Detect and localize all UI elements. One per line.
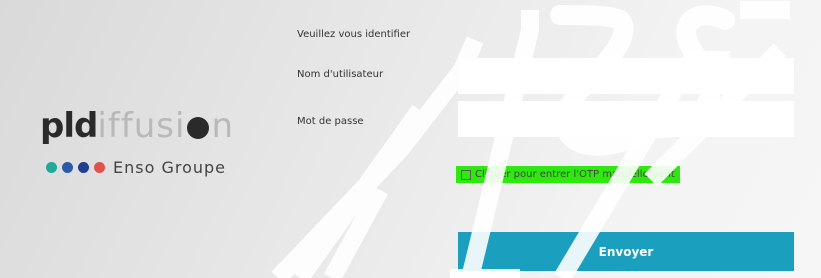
form-heading: Veuillez vous identifier — [297, 29, 411, 40]
group-tagline: Enso Groupe — [46, 158, 226, 177]
otp-checkbox[interactable] — [461, 169, 471, 180]
password-input[interactable] — [458, 101, 794, 137]
group-name: Enso Groupe — [113, 158, 227, 177]
logo-part-light: iffusi — [97, 106, 186, 146]
otp-checkbox-label[interactable]: Cliquer pour entrer l'OTP manuellement — [475, 169, 675, 180]
password-label: Mot de passe — [297, 116, 364, 127]
logo-part-dark: pld — [40, 106, 98, 146]
username-label: Nom d'utilisateur — [297, 69, 384, 80]
username-input[interactable] — [458, 58, 794, 94]
otp-checkbox-row[interactable]: Cliquer pour entrer l'OTP manuellement — [456, 166, 680, 183]
brand-dot-icon — [62, 162, 73, 173]
logo-circle-icon — [187, 117, 210, 139]
brand-dot-icon — [46, 162, 57, 173]
brand-dot-icon — [78, 162, 89, 173]
pldiffusion-logo-wordmark: pldiffusi n — [40, 106, 234, 146]
brand-dot-icon — [94, 162, 105, 173]
submit-button[interactable]: Envoyer — [458, 232, 794, 271]
logo-part-end: n — [211, 106, 235, 146]
